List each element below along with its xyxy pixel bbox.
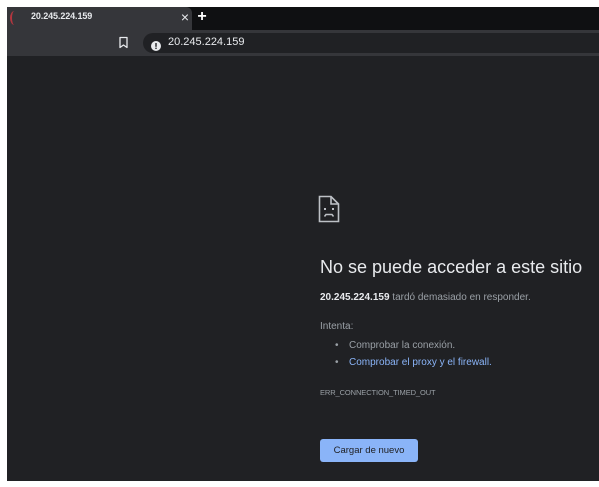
new-tab-button[interactable]: +	[195, 8, 209, 26]
error-headline: No se puede acceder a este sitio	[320, 257, 583, 277]
tab-close-button[interactable]: ×	[178, 9, 192, 25]
error-message-text: tardó demasiado en responder.	[389, 292, 531, 303]
browser-window: 20.245.224.159 × + 20.245.224.159 No se …	[7, 7, 599, 481]
tab-active[interactable]: 20.245.224.159 ×	[7, 7, 192, 30]
error-host: 20.245.224.159	[320, 292, 390, 303]
suggestion-item: • Comprobar la conexión.	[335, 340, 456, 351]
address-bar[interactable]: 20.245.224.159	[143, 33, 599, 53]
suggestion-list: • Comprobar la conexión. • Comprobar el …	[333, 337, 492, 371]
suggestion-check-connection: Comprobar la conexión.	[349, 340, 456, 351]
suggestion-item: • Comprobar el proxy y el firewall.	[335, 357, 492, 368]
error-page: No se puede acceder a este sitio 20.245.…	[7, 56, 599, 481]
error-code: ERR_CONNECTION_TIMED_OUT	[320, 388, 436, 397]
toolbar: 20.245.224.159	[7, 30, 599, 56]
tab-title: 20.245.224.159	[31, 11, 93, 21]
error-message: 20.245.224.159 tardó demasiado en respon…	[320, 292, 531, 303]
reload-button[interactable]: Cargar de nuevo	[320, 439, 418, 462]
try-label: Intenta:	[320, 321, 354, 332]
suggestion-check-proxy-link[interactable]: Comprobar el proxy y el firewall.	[349, 357, 492, 368]
crescent-icon	[10, 11, 19, 25]
info-icon[interactable]	[151, 38, 161, 51]
bookmark-icon[interactable]	[118, 36, 129, 49]
sad-document-icon	[318, 195, 340, 223]
url-text[interactable]: 20.245.224.159	[168, 36, 244, 48]
tab-strip: 20.245.224.159 × +	[7, 7, 599, 30]
